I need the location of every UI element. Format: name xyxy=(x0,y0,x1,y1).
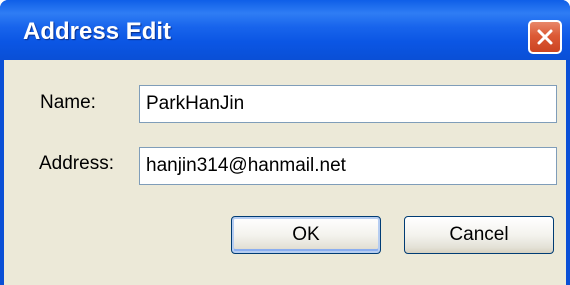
name-field[interactable] xyxy=(139,85,557,123)
close-button[interactable] xyxy=(528,20,562,54)
dialog-body: Name: Address: OK Cancel xyxy=(4,60,566,285)
window-title: Address Edit xyxy=(23,18,172,45)
address-label: Address: xyxy=(39,153,114,174)
address-edit-dialog: Address Edit Name: Address: OK Cancel xyxy=(0,0,570,285)
title-bar[interactable]: Address Edit xyxy=(0,0,570,60)
ok-button[interactable]: OK xyxy=(231,216,381,254)
close-icon xyxy=(537,29,553,45)
address-field[interactable] xyxy=(139,147,557,185)
cancel-button[interactable]: Cancel xyxy=(404,216,554,254)
name-label: Name: xyxy=(40,92,96,113)
